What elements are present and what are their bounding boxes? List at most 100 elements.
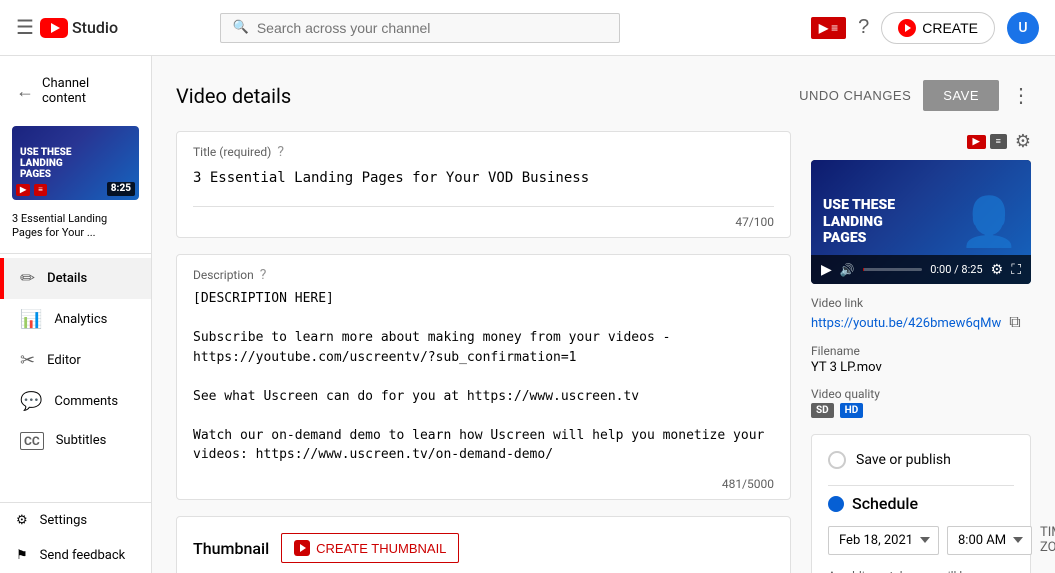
- description-input[interactable]: [DESCRIPTION HERE] Subscribe to learn mo…: [193, 289, 774, 469]
- timezone-text: TIME ZONE: [1040, 525, 1055, 555]
- quality-label: Video quality: [811, 387, 1031, 401]
- title-label: Title (required) ?: [193, 144, 774, 160]
- preview-text-line1: USE THESE: [823, 197, 895, 213]
- sidebar-item-analytics-label: Analytics: [54, 312, 107, 327]
- time-current: 0:00: [930, 263, 951, 276]
- search-icon: 🔍: [233, 20, 249, 35]
- page-title: Video details: [176, 84, 291, 108]
- description-section: Description ? [DESCRIPTION HERE] Subscri…: [176, 254, 791, 500]
- sidebar-video-thumb[interactable]: USE THESELANDINGPAGES 8:25 ▶ ≡: [12, 126, 139, 200]
- top-nav: ☰ Studio 🔍 ▶ ≡ ? CREATE U: [0, 0, 1055, 56]
- filename-label: Filename: [811, 344, 1031, 358]
- create-button[interactable]: CREATE: [881, 12, 995, 44]
- save-button[interactable]: SAVE: [923, 80, 999, 111]
- progress-bar[interactable]: [863, 268, 922, 271]
- search-input[interactable]: [257, 20, 607, 36]
- schedule-label: Schedule: [852, 494, 918, 513]
- title-help-icon[interactable]: ?: [277, 144, 284, 160]
- sidebar-item-settings[interactable]: ⚙ Settings: [0, 503, 151, 538]
- desc-label: Description ?: [193, 267, 774, 283]
- schedule-divider: [828, 485, 1014, 486]
- settings-label: Settings: [40, 513, 87, 528]
- sidebar-item-feedback[interactable]: ⚑ Send feedback: [0, 538, 151, 573]
- thumb-icons: ▶ ≡: [16, 184, 47, 196]
- sidebar-item-details-label: Details: [47, 271, 87, 286]
- volume-button[interactable]: 🔊: [840, 263, 855, 277]
- thumb-duration: 8:25: [107, 182, 135, 196]
- title-input[interactable]: 3 Essential Landing Pages for Your VOD B…: [193, 166, 774, 207]
- sidebar-item-details[interactable]: ✏ Details: [0, 258, 151, 299]
- time-display: 0:00 / 8:25: [930, 263, 982, 276]
- lines-small-badge: ≡: [34, 184, 47, 196]
- analytics-icon: 📊: [20, 309, 42, 330]
- sidebar-divider: [0, 253, 151, 254]
- studio-label: Studio: [72, 18, 118, 37]
- lines-right-badge: ≡: [990, 134, 1007, 149]
- desc-label-text: Description: [193, 268, 254, 282]
- quality-badge-sd: SD: [811, 403, 834, 418]
- sidebar-item-comments-label: Comments: [54, 394, 118, 409]
- right-badges: ▶ ≡: [967, 131, 1007, 152]
- two-col-layout: Title (required) ? 3 Essential Landing P…: [176, 131, 1031, 573]
- time-select[interactable]: 8:00 AM: [947, 526, 1032, 555]
- back-button[interactable]: ←: [16, 81, 34, 102]
- preview-text-line2: LANDING: [823, 214, 883, 230]
- video-quality-section: Video quality SD HD: [811, 387, 1031, 418]
- video-preview: USE THESE LANDING PAGES 👤 ▶ 🔊 0: [811, 160, 1031, 284]
- save-publish-radio[interactable]: [828, 451, 846, 469]
- title-section: Title (required) ? 3 Essential Landing P…: [176, 131, 791, 238]
- thumb-placeholder: USE THESELANDINGPAGES 8:25 ▶ ≡: [12, 126, 139, 200]
- more-options-button[interactable]: ⋮: [1011, 83, 1031, 108]
- right-top-icons: ▶ ≡ ⚙: [811, 131, 1031, 152]
- sidebar-item-editor[interactable]: ✂ Editor: [0, 340, 151, 381]
- person-silhouette: 👤: [959, 193, 1019, 251]
- settings-right-button[interactable]: ⚙: [1015, 131, 1031, 152]
- thumbnail-header: Thumbnail CREATE THUMBNAIL: [193, 533, 774, 563]
- fullscreen-button[interactable]: ⛶: [1011, 261, 1021, 278]
- desc-help-icon[interactable]: ?: [260, 267, 267, 283]
- right-column: ▶ ≡ ⚙ USE THESE LANDING PAGES 👤: [811, 131, 1031, 573]
- logo-area: ☰ Studio: [16, 15, 118, 40]
- yt-logo-icon: [40, 18, 68, 38]
- youtube-logo: Studio: [40, 18, 118, 38]
- play-button[interactable]: ▶: [821, 261, 832, 278]
- help-button[interactable]: ?: [858, 16, 869, 39]
- sidebar-item-comments[interactable]: 💬 Comments: [0, 381, 151, 422]
- date-select[interactable]: Feb 18, 2021: [828, 526, 939, 555]
- undo-changes-button[interactable]: UNDO CHANGES: [799, 88, 911, 103]
- video-link-section: Video link https://youtu.be/426bmew6qMw …: [811, 296, 1031, 332]
- sidebar-item-subtitles-label: Subtitles: [56, 433, 107, 448]
- video-settings-button[interactable]: ⚙: [991, 261, 1004, 278]
- yt-right-badge: ▶: [967, 135, 986, 149]
- hamburger-button[interactable]: ☰: [16, 15, 34, 40]
- save-publish-label: Save or publish: [856, 452, 951, 468]
- schedule-desc: A public watch page will be created. It'…: [828, 567, 1014, 573]
- sidebar-item-analytics[interactable]: 📊 Analytics: [0, 299, 151, 340]
- quality-badge-hd: HD: [840, 403, 864, 418]
- sidebar-bottom: ⚙ Settings ⚑ Send feedback: [0, 502, 151, 573]
- sidebar: ← Channel content USE THESELANDINGPAGES …: [0, 56, 152, 573]
- schedule-dot: [828, 496, 844, 512]
- left-column: Title (required) ? 3 Essential Landing P…: [176, 131, 791, 573]
- sidebar-item-subtitles[interactable]: CC Subtitles: [0, 422, 151, 460]
- schedule-section: Save or publish Schedule Feb 18, 2021 8: [811, 434, 1031, 573]
- video-link[interactable]: https://youtu.be/426bmew6qMw: [811, 316, 1001, 331]
- sidebar-item-editor-label: Editor: [47, 353, 81, 368]
- filename-value: YT 3 LP.mov: [811, 360, 1031, 375]
- yt-badge: ▶ ≡: [819, 21, 838, 35]
- filename-section: Filename YT 3 LP.mov: [811, 344, 1031, 375]
- title-label-text: Title (required): [193, 145, 271, 159]
- schedule-row: Feb 18, 2021 8:00 AM TIME ZONE ?: [828, 525, 1014, 555]
- video-link-row: https://youtu.be/426bmew6qMw ⧉: [811, 314, 1031, 332]
- nav-right: ▶ ≡ ? CREATE U: [811, 12, 1039, 44]
- details-icon: ✏: [20, 268, 35, 289]
- video-link-label: Video link: [811, 296, 1031, 310]
- thumb-text: USE THESELANDINGPAGES: [20, 147, 71, 180]
- create-thumbnail-button[interactable]: CREATE THUMBNAIL: [281, 533, 459, 563]
- create-thumbnail-label: CREATE THUMBNAIL: [316, 541, 446, 556]
- schedule-title: Schedule: [828, 494, 1014, 513]
- page-header: Video details UNDO CHANGES SAVE ⋮: [176, 80, 1031, 111]
- copy-link-button[interactable]: ⧉: [1009, 314, 1020, 332]
- user-avatar[interactable]: U: [1007, 12, 1039, 44]
- comments-icon: 💬: [20, 391, 42, 412]
